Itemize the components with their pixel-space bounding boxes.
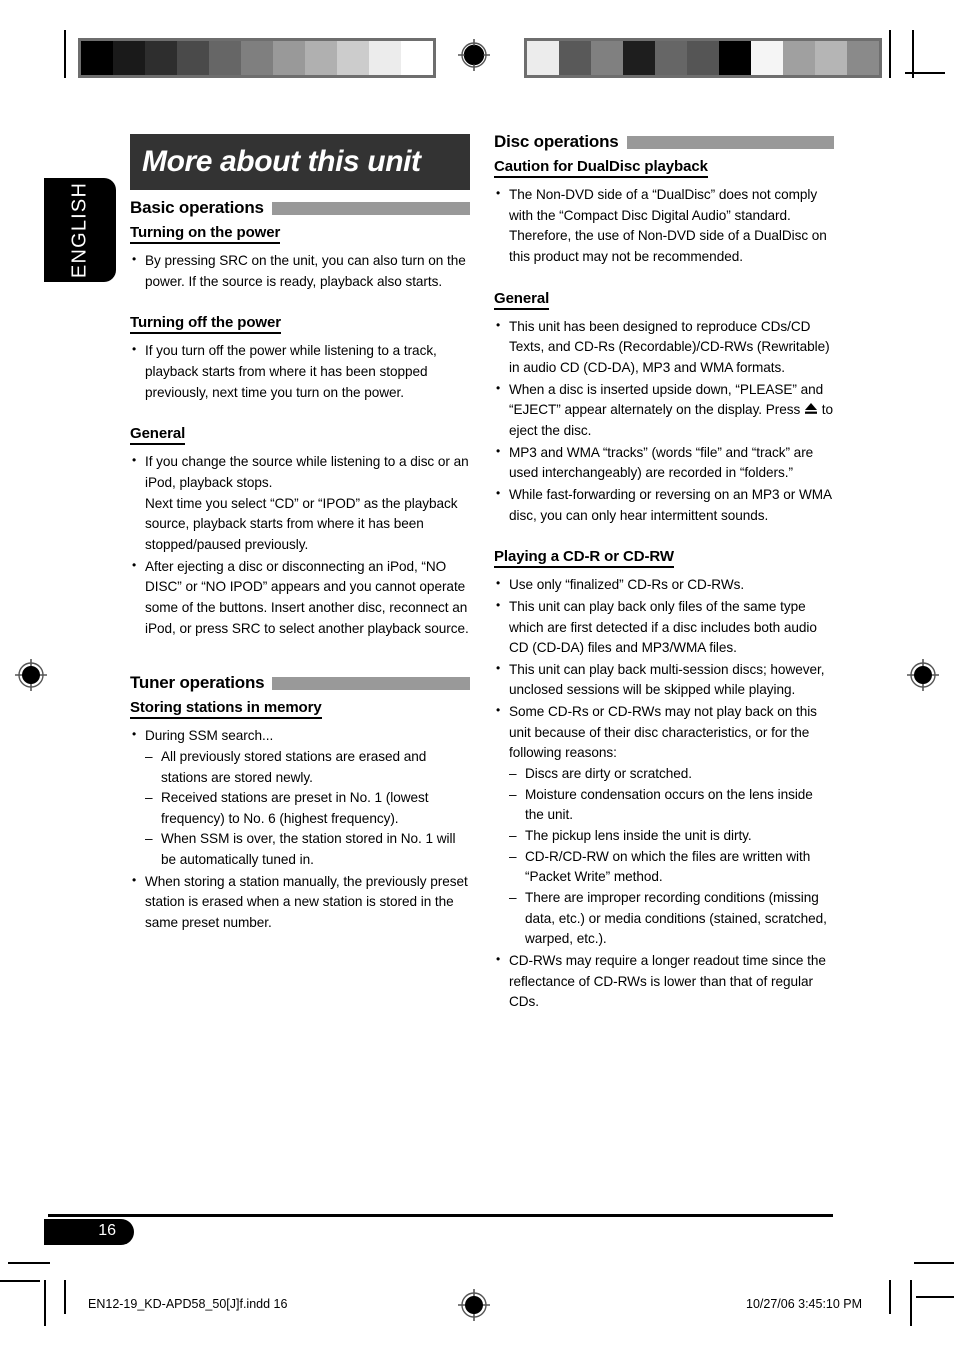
bullet-list-general-disc: This unit has been designed to reproduce…	[494, 316, 834, 527]
page-number: 16	[98, 1222, 116, 1239]
subsection-heading: Turning on the power	[130, 224, 280, 244]
list-item: There are improper recording conditions …	[509, 888, 834, 950]
list-item: After ejecting a disc or disconnecting a…	[130, 556, 470, 640]
list-item: All previously stored stations are erase…	[145, 747, 470, 788]
bullet-list-general-basic: If you change the source while listening…	[130, 451, 470, 640]
imprint-file-name: EN12-19_KD-APD58_50[J]f.indd 16	[88, 1297, 288, 1311]
section-heading-label: Disc operations	[494, 132, 619, 151]
list-item: Use only “finalized” CD-Rs or CD-RWs.	[494, 574, 834, 596]
section-heading-label: Tuner operations	[130, 673, 265, 693]
list-item: When storing a station manually, the pre…	[130, 871, 470, 934]
list-item-continuation: Next time you select “CD” or “IPOD” as t…	[145, 495, 458, 552]
list-item: This unit can play back multi-session di…	[494, 659, 834, 701]
section-heading-bar	[272, 676, 470, 690]
list-item: CD-RWs may require a longer readout time…	[494, 950, 834, 1013]
list-item-text: If you change the source while listening…	[145, 454, 469, 490]
subsection-heading: Storing stations in memory	[130, 699, 322, 720]
subsection-turning-on-the-power: Turning on the power	[130, 224, 470, 249]
bullet-list-storing-stations: During SSM search... All previously stor…	[130, 725, 470, 934]
bullet-list-turning-off: If you turn off the power while listenin…	[130, 340, 470, 403]
dash-list-reasons: Discs are dirty or scratched. Moisture c…	[509, 764, 834, 950]
list-item: Received stations are preset in No. 1 (l…	[145, 788, 470, 829]
subsection-general-basic: General	[130, 425, 470, 450]
subsection-heading: General	[130, 425, 185, 446]
left-column: Basic operations Turning on the power By…	[130, 198, 470, 935]
bullet-list-cdr-cdrw: Use only “finalized” CD-Rs or CD-RWs. Th…	[494, 574, 834, 1013]
subsection-heading: Playing a CD-R or CD-RW	[494, 548, 674, 569]
section-heading-label: Basic operations	[130, 198, 264, 217]
list-item: Discs are dirty or scratched.	[509, 764, 834, 785]
subsection-heading: Turning off the power	[130, 314, 281, 335]
subsection-general-disc: General	[494, 290, 834, 315]
section-heading-bar	[271, 201, 470, 215]
page-title-banner: More about this unit	[130, 134, 470, 190]
section-heading-disc-operations: Disc operations	[494, 132, 834, 152]
page-title: More about this unit	[142, 145, 421, 178]
list-item-text: Some CD-Rs or CD-RWs may not play back o…	[509, 704, 817, 761]
imprint-timestamp: 10/27/06 3:45:10 PM	[746, 1297, 863, 1311]
subsection-heading: Caution for DualDisc playback	[494, 158, 708, 178]
manual-page: ENGLISH More about this unit Basic opera…	[0, 0, 954, 1352]
subsection-caution-for-dualdisc-playback: Caution for DualDisc playback	[494, 158, 834, 183]
list-item: When SSM is over, the station stored in …	[145, 829, 470, 870]
dash-list-ssm: All previously stored stations are erase…	[145, 747, 470, 871]
list-item: If you turn off the power while listenin…	[130, 340, 470, 403]
section-heading-tuner-operations: Tuner operations	[130, 673, 470, 693]
subsection-storing-stations-in-memory: Storing stations in memory	[130, 699, 470, 724]
list-item: The pickup lens inside the unit is dirty…	[509, 826, 834, 847]
bullet-list-turning-on: By pressing SRC on the unit, you can als…	[130, 250, 470, 292]
list-item: Some CD-Rs or CD-RWs may not play back o…	[494, 701, 834, 950]
list-item: MP3 and WMA “tracks” (words “file” and “…	[494, 442, 834, 484]
list-item: During SSM search... All previously stor…	[130, 725, 470, 871]
language-tab-label: ENGLISH	[68, 181, 91, 279]
subsection-playing-a-cdr-or-cdrw: Playing a CD-R or CD-RW	[494, 548, 834, 573]
list-item-text-before-icon: When a disc is inserted upside down, “PL…	[509, 381, 824, 418]
list-item: While fast-forwarding or reversing on an…	[494, 484, 834, 526]
list-item: Moisture condensation occurs on the lens…	[509, 785, 834, 826]
list-item: If you change the source while listening…	[130, 451, 470, 555]
list-item: The Non-DVD side of a “DualDisc” does no…	[494, 184, 834, 268]
subsection-heading: General	[494, 290, 549, 310]
list-item: By pressing SRC on the unit, you can als…	[130, 250, 470, 292]
bullet-list-dualdisc: The Non-DVD side of a “DualDisc” does no…	[494, 184, 834, 268]
eject-icon	[805, 403, 817, 415]
list-item: When a disc is inserted upside down, “PL…	[494, 379, 834, 442]
page-number-badge: 16	[44, 1219, 134, 1245]
list-item: CD-R/CD-RW on which the files are writte…	[509, 847, 834, 888]
list-item: This unit has been designed to reproduce…	[494, 316, 834, 379]
section-heading-bar	[626, 135, 834, 149]
list-item: This unit can play back only files of th…	[494, 596, 834, 659]
subsection-turning-off-the-power: Turning off the power	[130, 314, 470, 339]
language-tab: ENGLISH	[44, 178, 116, 282]
footer-rule	[48, 1214, 833, 1217]
list-item-text: During SSM search...	[145, 728, 274, 744]
section-heading-basic-operations: Basic operations	[130, 198, 470, 218]
right-column: Disc operations Caution for DualDisc pla…	[494, 132, 834, 1014]
